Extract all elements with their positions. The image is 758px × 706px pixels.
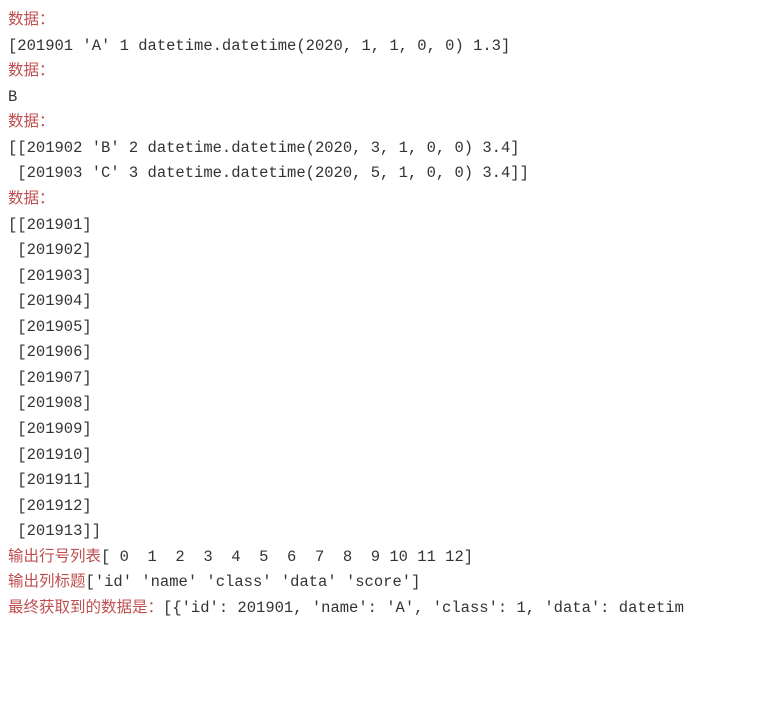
output-line-4-3: [201904] — [8, 292, 92, 310]
col-titles-values: ['id' 'name' 'class' 'data' 'score'] — [86, 573, 421, 591]
output-line-4-1: [201902] — [8, 241, 92, 259]
label-col-titles: 输出列标题 — [8, 573, 86, 591]
output-line-4-4: [201905] — [8, 318, 92, 336]
output-line-3a: [[201902 'B' 2 datetime.datetime(2020, 3… — [8, 139, 520, 157]
output-line-3b: [201903 'C' 3 datetime.datetime(2020, 5,… — [8, 164, 529, 182]
label-data-2: 数据： — [8, 62, 55, 80]
output-line-2: B — [8, 88, 17, 106]
output-line-4-11: [201912] — [8, 497, 92, 515]
output-line-4-12: [201913]] — [8, 522, 101, 540]
output-line-4-0: [[201901] — [8, 216, 92, 234]
row-index-values: [ 0 1 2 3 4 5 6 7 8 9 10 11 12] — [101, 548, 473, 566]
output-line-4-5: [201906] — [8, 343, 92, 361]
label-data-1: 数据： — [8, 11, 55, 29]
output-line-4-8: [201909] — [8, 420, 92, 438]
output-line-4-10: [201911] — [8, 471, 92, 489]
output-line-4-2: [201903] — [8, 267, 92, 285]
output-line-4-7: [201908] — [8, 394, 92, 412]
output-line-4-6: [201907] — [8, 369, 92, 387]
label-data-4: 数据： — [8, 190, 55, 208]
final-data-values: [{'id': 201901, 'name': 'A', 'class': 1,… — [163, 599, 684, 617]
label-data-3: 数据： — [8, 113, 55, 131]
label-final-data: 最终获取到的数据是： — [8, 599, 163, 617]
label-row-index: 输出行号列表 — [8, 548, 101, 566]
output-line-4-9: [201910] — [8, 446, 92, 464]
output-line-1: [201901 'A' 1 datetime.datetime(2020, 1,… — [8, 37, 510, 55]
